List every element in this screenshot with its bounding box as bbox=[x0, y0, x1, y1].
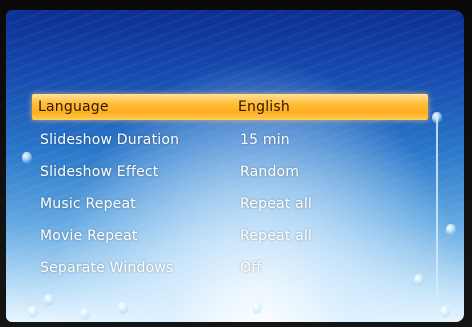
menu-item-label: Separate Windows bbox=[40, 260, 174, 276]
menu-item-label: Music Repeat bbox=[40, 196, 136, 212]
menu-item-value: Repeat all bbox=[240, 228, 313, 244]
menu-item-slideshow-duration[interactable]: Slideshow Duration 15 min bbox=[34, 128, 424, 152]
scroll-down-icon[interactable]: ↓ bbox=[432, 288, 442, 300]
menu-item-value: Off bbox=[240, 260, 262, 276]
menu-item-value: Random bbox=[240, 164, 300, 180]
scrollbar-line bbox=[436, 116, 438, 294]
menu-item-slideshow-effect[interactable]: Slideshow Effect Random bbox=[34, 160, 424, 184]
scrollbar[interactable]: ↓ bbox=[430, 106, 444, 302]
menu-item-value: 15 min bbox=[240, 132, 290, 148]
device-bezel: Language English Slideshow Duration 15 m… bbox=[0, 0, 472, 327]
menu-item-value: Repeat all bbox=[240, 196, 313, 212]
photo-frame-screen: Language English Slideshow Duration 15 m… bbox=[6, 10, 464, 322]
menu-item-music-repeat[interactable]: Music Repeat Repeat all bbox=[34, 192, 424, 216]
menu-item-movie-repeat[interactable]: Movie Repeat Repeat all bbox=[34, 224, 424, 248]
settings-menu: Language English Slideshow Duration 15 m… bbox=[6, 10, 464, 322]
menu-item-value: English bbox=[238, 99, 290, 115]
menu-item-label: Slideshow Effect bbox=[40, 164, 159, 180]
menu-item-label: Slideshow Duration bbox=[40, 132, 180, 148]
menu-item-language[interactable]: Language English bbox=[32, 94, 428, 120]
menu-item-separate-windows[interactable]: Separate Windows Off bbox=[34, 256, 424, 280]
menu-item-label: Language bbox=[38, 99, 109, 115]
menu-item-label: Movie Repeat bbox=[40, 228, 138, 244]
